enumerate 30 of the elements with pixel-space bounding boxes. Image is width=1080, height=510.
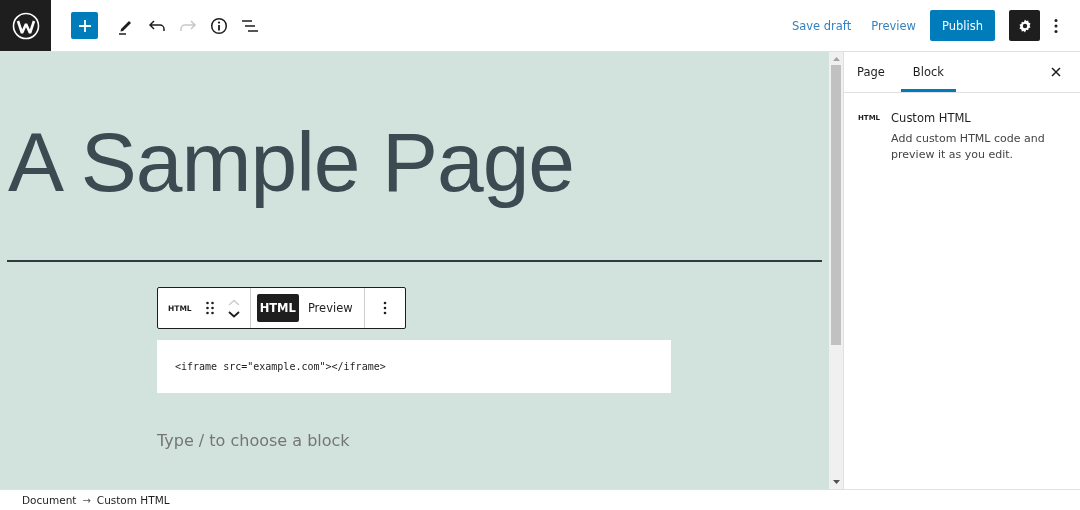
code-text: <iframe src="example.com"></iframe> [175, 361, 386, 372]
add-block-button[interactable] [71, 12, 98, 39]
logo-button[interactable] [0, 0, 51, 51]
breadcrumb-separator: → [82, 494, 91, 506]
scroll-down-icon[interactable] [832, 480, 840, 484]
sidebar-tab[interactable]: Block [900, 52, 956, 92]
more-options-icon[interactable] [1054, 17, 1058, 34]
code-editor[interactable]: <iframe src="example.com"></iframe> [157, 340, 671, 393]
preview-button[interactable]: Preview [861, 9, 926, 42]
scrollbar-thumb[interactable] [831, 65, 841, 345]
drag-handle-icon[interactable] [205, 301, 214, 315]
more-options-icon[interactable] [382, 301, 387, 315]
block-appender[interactable]: Type / to choose a block [157, 431, 350, 450]
logo-icon [11, 11, 40, 40]
publish-button[interactable]: Publish [930, 10, 995, 41]
sidebar-tab[interactable]: Page [849, 52, 893, 92]
settings-button[interactable] [1009, 10, 1040, 41]
info-icon[interactable] [210, 16, 228, 35]
block-description: Add custom HTML code and preview it as you edit. [891, 131, 1046, 163]
mode-tab[interactable]: HTML [256, 294, 299, 322]
breadcrumb-item[interactable]: Custom HTML [96, 494, 170, 506]
page-title[interactable]: A Sample Page [8, 114, 575, 210]
save-draft-button[interactable]: Save draft [781, 9, 862, 42]
plus-icon [77, 18, 92, 33]
move-down-icon[interactable] [227, 310, 240, 318]
breadcrumb-item[interactable]: Document [22, 494, 77, 506]
close-icon[interactable] [1051, 67, 1061, 77]
block-title: Custom HTML [891, 111, 972, 125]
settings-icon [1016, 17, 1033, 34]
mode-tab[interactable]: Preview [304, 294, 356, 322]
